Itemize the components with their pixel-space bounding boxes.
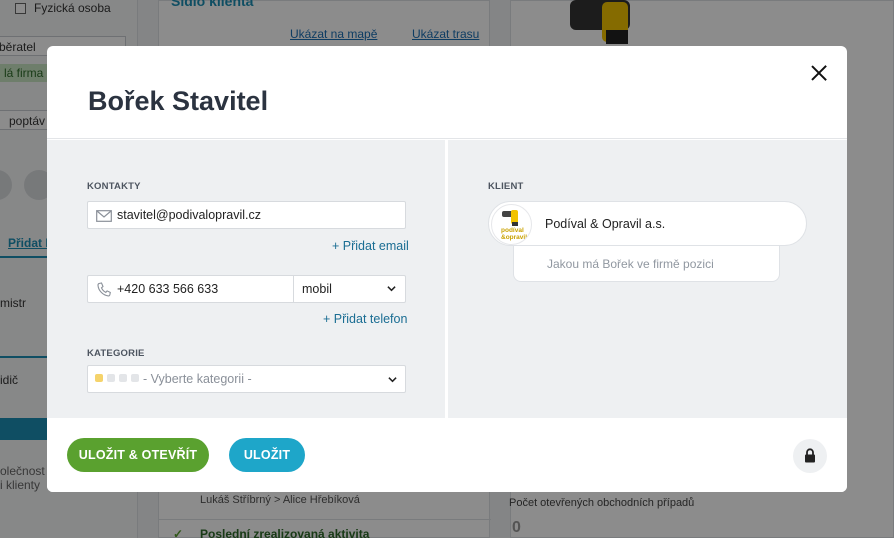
mail-icon bbox=[96, 210, 112, 222]
client-section-label: KLIENT bbox=[488, 181, 524, 192]
logo-text: podíval bbox=[501, 227, 524, 234]
modal-body: KONTAKTY stavitel@podivalopravil.cz + Př… bbox=[47, 140, 847, 418]
email-field[interactable]: stavitel@podivalopravil.cz bbox=[87, 201, 406, 229]
position-field[interactable]: Jakou má Bořek ve firmě pozici bbox=[513, 246, 780, 282]
modal-footer: ULOŽIT & OTEVŘÍT ULOŽIT bbox=[47, 418, 847, 492]
client-logo: podíval &opravil bbox=[491, 204, 532, 245]
close-icon[interactable] bbox=[809, 63, 829, 83]
phone-type-select[interactable]: mobil bbox=[294, 276, 405, 302]
chevron-down-icon bbox=[387, 286, 396, 292]
chevron-down-icon bbox=[388, 377, 397, 383]
contacts-section-label: KONTAKTY bbox=[87, 181, 141, 192]
modal-header: Bořek Stavitel bbox=[47, 46, 847, 139]
lock-button[interactable] bbox=[793, 439, 827, 473]
lock-icon bbox=[805, 448, 815, 463]
add-email-link[interactable]: + Přidat email bbox=[332, 239, 409, 253]
phone-icon bbox=[97, 282, 111, 297]
category-dot bbox=[131, 374, 139, 382]
logo-text: &opravil bbox=[501, 234, 528, 241]
modal-title: Bořek Stavitel bbox=[88, 86, 269, 116]
position-placeholder: Jakou má Bořek ve firmě pozici bbox=[547, 257, 714, 271]
save-button[interactable]: ULOŽIT bbox=[229, 438, 305, 472]
category-dot bbox=[107, 374, 115, 382]
category-section-label: KATEGORIE bbox=[87, 348, 145, 359]
category-placeholder: - Vyberte kategorii - bbox=[143, 372, 252, 386]
contacts-column: KONTAKTY stavitel@podivalopravil.cz + Př… bbox=[47, 140, 445, 418]
client-card[interactable]: podíval &opravil Podíval & Opravil a.s. bbox=[488, 201, 807, 246]
client-name: Podíval & Opravil a.s. bbox=[545, 217, 666, 231]
add-phone-link[interactable]: + Přidat telefon bbox=[323, 312, 407, 326]
save-and-open-button[interactable]: ULOŽIT & OTEVŘÍT bbox=[67, 438, 209, 472]
client-column: KLIENT podíval &opravil Podíval & Opravi… bbox=[448, 140, 847, 418]
phone-type-value: mobil bbox=[302, 282, 332, 296]
phone-field[interactable]: +420 633 566 633 mobil bbox=[87, 275, 406, 303]
category-select[interactable]: - Vyberte kategorii - bbox=[87, 365, 406, 393]
contact-modal: Bořek Stavitel KONTAKTY stavitel@podival… bbox=[47, 46, 847, 492]
category-dot bbox=[119, 374, 127, 382]
phone-value: +420 633 566 633 bbox=[117, 282, 219, 296]
category-dot bbox=[95, 374, 103, 382]
drill-logo-icon bbox=[502, 210, 518, 226]
email-value: stavitel@podivalopravil.cz bbox=[117, 208, 262, 222]
